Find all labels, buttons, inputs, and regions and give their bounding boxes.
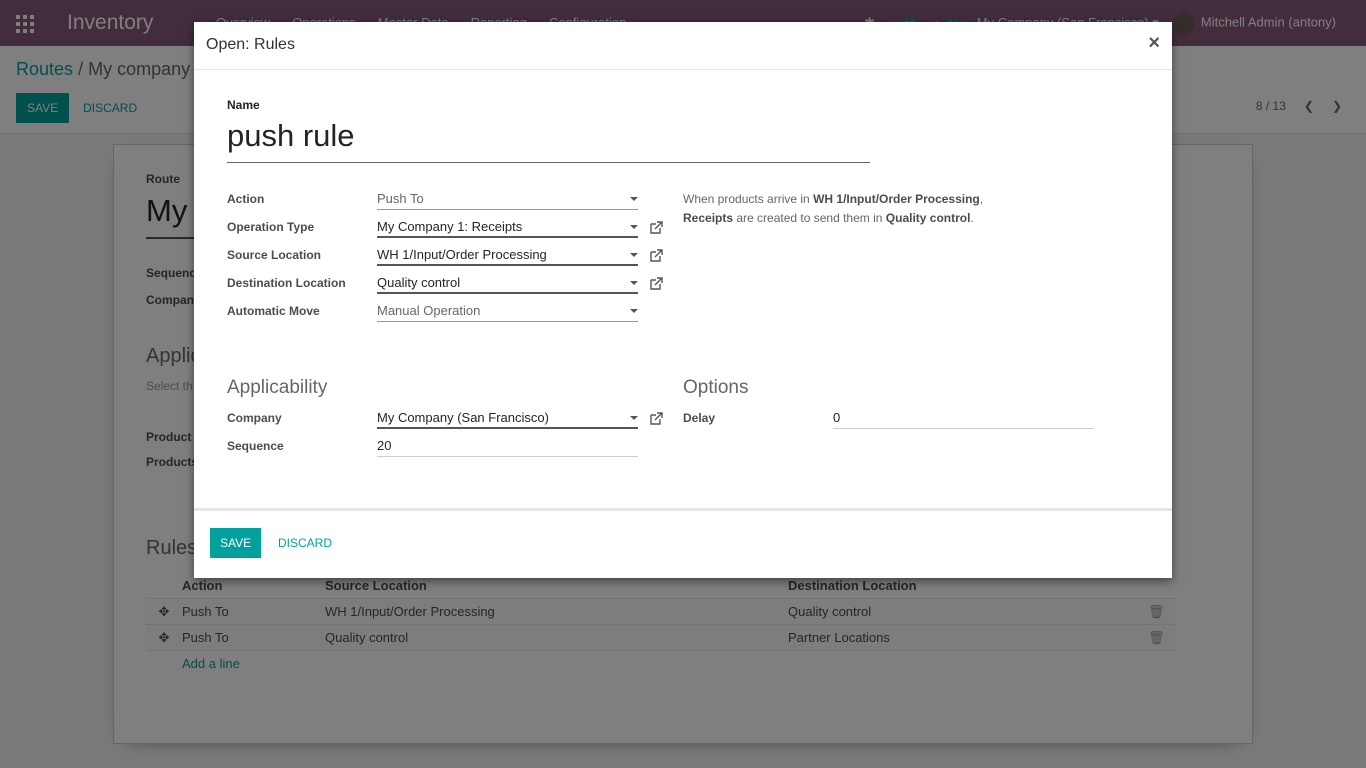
help-destination-location: Quality control bbox=[885, 211, 971, 225]
chevron-down-icon bbox=[630, 197, 638, 201]
destination-location-label: Destination Location bbox=[227, 276, 346, 290]
operation-type-field[interactable]: My Company 1: Receipts bbox=[377, 216, 638, 238]
delay-label: Delay bbox=[683, 411, 716, 425]
close-icon[interactable]: × bbox=[1148, 32, 1160, 55]
name-label: Name bbox=[227, 98, 260, 112]
help-source-location: WH 1/Input/Order Processing bbox=[813, 192, 980, 206]
chevron-down-icon bbox=[630, 225, 638, 229]
external-link-icon[interactable] bbox=[649, 221, 663, 235]
source-location-label: Source Location bbox=[227, 248, 322, 262]
external-link-icon[interactable] bbox=[649, 412, 663, 426]
chevron-down-icon bbox=[630, 416, 638, 420]
action-label: Action bbox=[227, 192, 265, 206]
applicability-section-title: Applicability bbox=[227, 377, 328, 398]
external-link-icon[interactable] bbox=[649, 249, 663, 263]
help-text-part: are created to send them in bbox=[733, 211, 886, 225]
company-value: My Company (San Francisco) bbox=[377, 410, 549, 425]
help-text-part: When products arrive in bbox=[683, 192, 814, 206]
destination-location-value: Quality control bbox=[377, 275, 461, 290]
sequence-field[interactable]: 20 bbox=[377, 435, 638, 457]
delay-field[interactable]: 0 bbox=[833, 407, 1094, 429]
options-section-title: Options bbox=[683, 377, 749, 398]
modal-header: Open: Rules × bbox=[194, 22, 1172, 70]
discard-button[interactable]: DISCARD bbox=[278, 536, 332, 550]
source-location-value: WH 1/Input/Order Processing bbox=[377, 247, 547, 262]
company-label: Company bbox=[227, 411, 282, 425]
company-field[interactable]: My Company (San Francisco) bbox=[377, 407, 638, 429]
modal-footer: SAVE DISCARD bbox=[194, 508, 1172, 578]
automatic-move-select[interactable]: Manual Operation bbox=[377, 300, 638, 322]
destination-location-field[interactable]: Quality control bbox=[377, 272, 638, 294]
action-value: Push To bbox=[377, 191, 424, 206]
rules-dialog: Open: Rules × Name push rule Action Push… bbox=[194, 22, 1172, 578]
chevron-down-icon bbox=[630, 281, 638, 285]
save-button[interactable]: SAVE bbox=[210, 528, 262, 558]
help-operation-type: Receipts bbox=[683, 211, 734, 225]
modal-title: Open: Rules bbox=[206, 36, 295, 53]
name-field[interactable]: push rule bbox=[227, 118, 870, 163]
sequence-label: Sequence bbox=[227, 439, 284, 453]
rule-help-text: When products arrive in WH 1/Input/Order… bbox=[683, 190, 1023, 228]
external-link-icon[interactable] bbox=[649, 277, 663, 291]
help-text-part: . bbox=[970, 211, 974, 225]
automatic-move-value: Manual Operation bbox=[377, 303, 481, 318]
action-select[interactable]: Push To bbox=[377, 188, 638, 210]
chevron-down-icon bbox=[630, 253, 638, 257]
chevron-down-icon bbox=[630, 309, 638, 313]
operation-type-label: Operation Type bbox=[227, 220, 315, 234]
operation-type-value: My Company 1: Receipts bbox=[377, 219, 523, 234]
source-location-field[interactable]: WH 1/Input/Order Processing bbox=[377, 244, 638, 266]
modal-body: Name push rule Action Push To Operation … bbox=[194, 70, 1172, 508]
help-text-part: , bbox=[979, 192, 984, 206]
automatic-move-label: Automatic Move bbox=[227, 304, 320, 318]
